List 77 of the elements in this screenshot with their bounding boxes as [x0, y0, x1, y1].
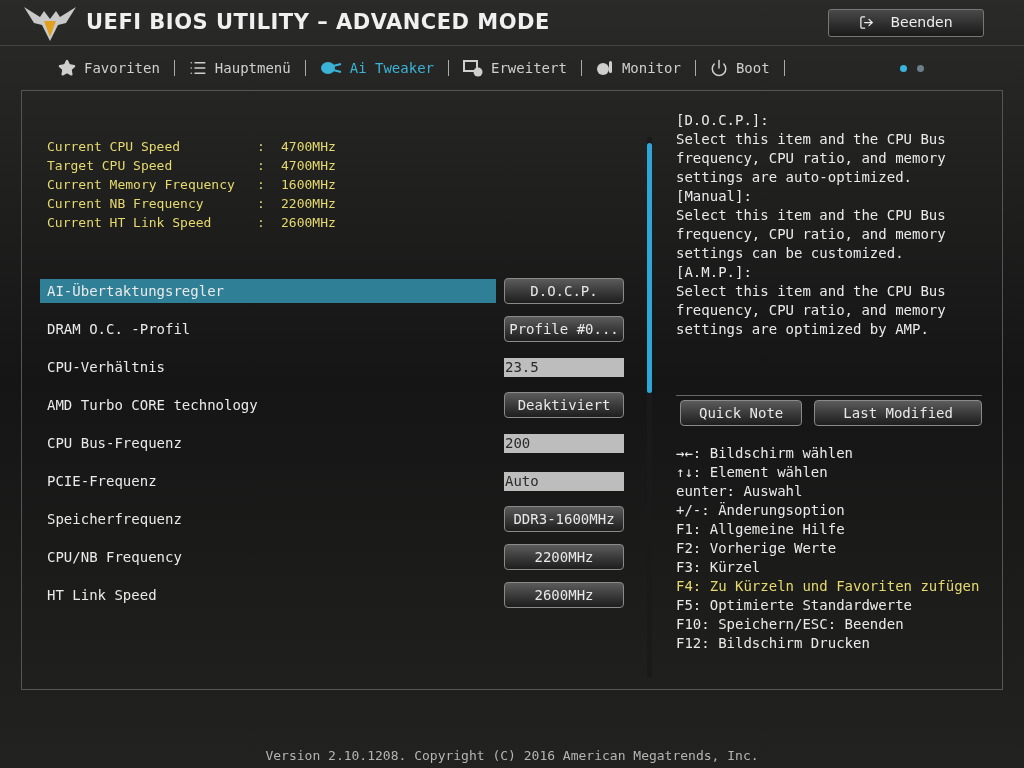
- help-text: Select this item and the CPU Bus frequency, CPU ratio, and memory settings are auto-optimized.: [676, 130, 947, 187]
- gauge-icon: [595, 59, 614, 77]
- info-value: 4700MHz: [281, 138, 336, 156]
- nav-tab[interactable]: Erweitert: [461, 57, 569, 79]
- key-help-line: F12: Bildschirm Drucken: [676, 634, 871, 653]
- setting-label: AMD Turbo CORE technology: [47, 395, 258, 415]
- info-separator: :: [257, 195, 266, 213]
- key-help-line: F5: Optimierte Standardwerte: [676, 596, 913, 615]
- setting-row[interactable]: PCIE-Frequenz: [40, 469, 496, 493]
- key-help-line: F2: Vorherige Werte: [676, 539, 838, 558]
- setting-row[interactable]: HT Link Speed: [40, 583, 496, 607]
- nav-tab[interactable]: Ai Tweaker: [317, 57, 436, 79]
- key-help-line: F3: Kürzel: [676, 558, 762, 577]
- key-help-line: eunter: Auswahl: [676, 482, 804, 501]
- setting-row[interactable]: CPU-Verhältnis: [40, 355, 496, 379]
- setting-label: CPU-Verhältnis: [47, 357, 165, 377]
- key-help-line: F10: Speichern/ESC: Beenden: [676, 615, 905, 634]
- info-label: Current Memory Frequency: [47, 176, 236, 194]
- copyright-text: Version 2.10.1208. Copyright (C) 2016 American Megatrends, Inc.: [265, 746, 759, 765]
- setting-row[interactable]: DRAM O.C. -Profil: [40, 317, 496, 341]
- option-button[interactable]: Deaktiviert: [504, 392, 624, 418]
- key-help-line: F4: Zu Kürzeln und Favoriten zufügen: [676, 577, 981, 596]
- key-help-line: +/-: Änderungsoption: [676, 501, 846, 520]
- option-button[interactable]: Profile #0...: [504, 316, 624, 342]
- quick-note-button[interactable]: Quick Note: [680, 400, 803, 426]
- option-button[interactable]: DDR3-1600MHz: [504, 506, 624, 532]
- help-text: [Manual]:: [676, 187, 753, 206]
- setting-label: PCIE-Frequenz: [47, 471, 157, 491]
- info-value: 4700MHz: [281, 157, 336, 175]
- nav-tab[interactable]: Boot: [707, 57, 772, 79]
- info-label: Target CPU Speed: [47, 157, 174, 175]
- setting-row[interactable]: CPU Bus-Frequenz: [40, 431, 496, 455]
- nav-tab[interactable]: Monitor: [593, 57, 683, 79]
- nav-tab[interactable]: Hauptmenü: [186, 57, 293, 79]
- setting-label: CPU Bus-Frequenz: [47, 433, 182, 453]
- setting-row[interactable]: AI-Übertaktungsregler: [40, 279, 496, 303]
- setting-label: Speicherfrequenz: [47, 509, 182, 529]
- info-value: 1600MHz: [281, 176, 336, 194]
- option-button[interactable]: 2600MHz: [504, 582, 624, 608]
- star-icon: [58, 59, 76, 77]
- setting-label: CPU/NB Frequency: [47, 547, 182, 567]
- setting-label: HT Link Speed: [47, 585, 157, 605]
- key-help-line: ↑↓: Element wählen: [676, 463, 829, 482]
- help-text: [D.O.C.P.]:: [676, 111, 770, 130]
- exit-button[interactable]: Beenden: [828, 8, 984, 37]
- scrollbar[interactable]: [646, 137, 652, 677]
- key-help-line: F1: Allgemeine Hilfe: [676, 520, 846, 539]
- help-text: [A.M.P.]:: [676, 263, 753, 282]
- option-button[interactable]: D.O.C.P.: [504, 278, 624, 304]
- help-text: Select this item and the CPU Bus frequency, CPU ratio, and memory settings can be customized.: [676, 206, 947, 263]
- screen-info-icon: [463, 59, 483, 77]
- info-separator: :: [257, 214, 266, 232]
- info-separator: :: [257, 157, 266, 175]
- info-value: 2200MHz: [281, 195, 336, 213]
- setting-row[interactable]: Speicherfrequenz: [40, 507, 496, 531]
- setting-row[interactable]: CPU/NB Frequency: [40, 545, 496, 569]
- info-label: Current CPU Speed: [47, 138, 182, 156]
- info-separator: :: [257, 138, 266, 156]
- value-field[interactable]: 200: [504, 434, 624, 453]
- key-help-line: →←: Bildschirm wählen: [676, 444, 854, 463]
- info-value: 2600MHz: [281, 214, 336, 232]
- help-text: Select this item and the CPU Bus frequency, CPU ratio, and memory settings are optimized by AMP.: [676, 282, 947, 339]
- nav-tab[interactable]: Favoriten: [56, 57, 162, 79]
- list-icon: [188, 59, 207, 77]
- setting-label: DRAM O.C. -Profil: [47, 319, 191, 339]
- info-label: Current HT Link Speed: [47, 214, 213, 232]
- last-modified-button[interactable]: Last Modified: [814, 400, 982, 426]
- exit-icon: [859, 15, 875, 30]
- setting-row[interactable]: AMD Turbo CORE technology: [40, 393, 496, 417]
- setting-label: AI-Übertaktungsregler: [47, 281, 224, 301]
- option-button[interactable]: 2200MHz: [504, 544, 624, 570]
- value-field[interactable]: Auto: [504, 472, 624, 491]
- power-icon: [709, 59, 728, 77]
- info-separator: :: [257, 176, 266, 194]
- value-field[interactable]: 23.5: [504, 358, 624, 377]
- info-label: Current NB Frequency: [47, 195, 205, 213]
- window-title: UEFI BIOS UTILITY – ADVANCED MODE: [86, 8, 550, 36]
